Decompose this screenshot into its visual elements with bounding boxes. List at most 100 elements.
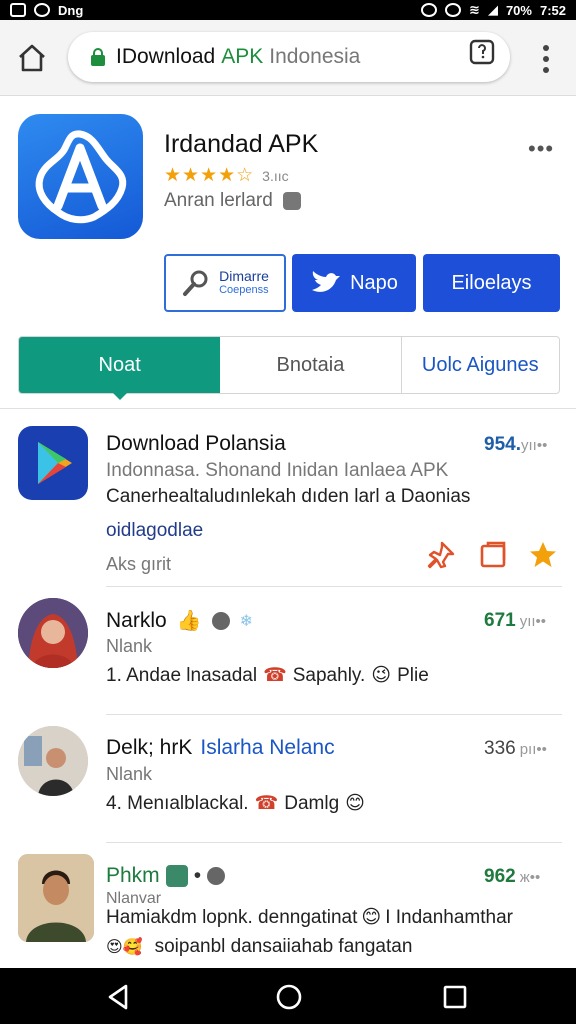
row-divider <box>106 586 562 587</box>
comment-count-suffix: pıı•• <box>519 741 547 758</box>
comment-author[interactable]: Phkm <box>106 864 160 888</box>
overflow-menu-icon[interactable] <box>536 42 556 76</box>
feature-count: 954.yıı•• <box>484 434 547 456</box>
row-divider <box>106 842 562 843</box>
comment-count: 336 pıı•• <box>484 738 547 760</box>
comment-text-3: Plie <box>397 664 429 686</box>
segmented-tabs: Noat Bnotaia Uolc Aigunes <box>18 336 560 400</box>
feature-title: Download Polansia <box>106 432 286 455</box>
comment-text-2: Damlg <box>284 792 340 814</box>
reaction-emojis-icon: 😍🥰 <box>106 939 143 956</box>
comment-count-value: 336 <box>484 738 516 759</box>
row-divider <box>106 714 562 715</box>
comment-count-value: 962 <box>484 866 516 887</box>
comment-count-suffix: ж•• <box>519 869 541 886</box>
comment-count: 962 ж•• <box>484 866 540 888</box>
outline-button-label2: Coepenss <box>219 284 269 296</box>
comment-count-suffix: yıı•• <box>519 613 547 630</box>
comment-body: Hamiakdm lopnk. denngatinat 😊 I Indanham… <box>106 906 513 929</box>
avatar[interactable] <box>18 726 88 796</box>
dot-separator: • <box>193 864 202 887</box>
play-store-logo <box>18 426 88 500</box>
app-badge-icon <box>165 865 188 887</box>
comment-text-3: soipanbl dansaiiahab fangatan <box>154 936 413 957</box>
wifi-icon: ≋ <box>469 2 480 17</box>
back-icon[interactable] <box>104 982 134 1012</box>
comment-header: Delk; hrK Islarha Nelanc <box>106 736 335 760</box>
tab-beta[interactable]: Bnotaia <box>220 337 402 393</box>
feature-description: Canerhealtaludınlekah dıden larl a Daoni… <box>106 486 471 507</box>
comment-sub: Nlank <box>106 636 153 656</box>
notification-icon <box>34 3 50 17</box>
emoji-icon: 😊 <box>345 793 365 814</box>
verified-badge-icon <box>282 192 301 210</box>
emoji-icon: 😊 <box>361 907 382 928</box>
home-nav-icon[interactable] <box>274 982 304 1012</box>
url-bar[interactable]: IDownload APK Indonesia <box>68 32 510 82</box>
comment-text: 1. Andae lnasadal <box>106 664 258 686</box>
home-icon[interactable] <box>14 40 50 76</box>
developer-row: Anran lerlard <box>164 190 301 212</box>
avatar[interactable] <box>18 598 88 668</box>
twitter-share-button[interactable]: Napo <box>292 254 416 312</box>
app-a-icon <box>35 130 127 224</box>
status-left-text: Dng <box>58 2 84 18</box>
status-bar: Dng ≋ ◢ 70% 7:52 <box>0 0 576 20</box>
star-icon[interactable] <box>528 540 558 570</box>
tabs-icon[interactable] <box>468 38 496 66</box>
twitter-bird-icon <box>312 271 341 292</box>
pin-icon[interactable] <box>426 540 456 570</box>
bookmark-icon[interactable] <box>478 540 508 570</box>
battery-text: 70% <box>505 2 532 18</box>
url-text-country: Indonesia <box>269 45 361 68</box>
alarm-icon <box>421 3 438 17</box>
comment-text: Hamiakdm lopnk. denngatinat <box>106 906 358 928</box>
feature-meta: Aks gırit <box>106 554 172 574</box>
search-compare-button[interactable]: Dimarre Coepenss <box>164 254 286 312</box>
comment-body: 1. Andae lnasadal ☎ Sapahly. 😉 Plie <box>106 664 429 687</box>
app-logo[interactable] <box>18 114 143 239</box>
sync-icon <box>445 3 462 17</box>
comment-sub: Nlank <box>106 764 153 784</box>
section-divider <box>0 408 576 409</box>
feature-count-value: 954. <box>484 434 521 455</box>
rating-count: 3.ııc <box>262 167 289 184</box>
avatar[interactable] <box>18 854 94 942</box>
lock-icon <box>91 48 105 66</box>
outline-button-label1: Dimarre <box>219 268 269 284</box>
verified-icon <box>207 867 226 885</box>
developer-name[interactable]: Anran lerlard <box>164 190 273 212</box>
snowflake-icon: ❄ <box>239 612 253 630</box>
feature-tags: oidlagodlae <box>106 520 204 541</box>
status-time: 7:52 <box>539 2 566 18</box>
url-text-site: IDownload <box>116 45 216 68</box>
app-rating: ★★★★☆ 3.ııc <box>164 164 289 187</box>
app-more-icon[interactable]: ••• <box>528 136 554 162</box>
comment-author-tag[interactable]: Islarha Nelanc <box>200 736 334 760</box>
download-button[interactable]: Eiloelays <box>423 254 560 312</box>
feature-subtitle: Indonnasa. Shonand Inidan Ianlaea APK <box>106 460 449 481</box>
twitter-button-label: Napo <box>350 271 398 294</box>
download-button-label: Eiloelays <box>451 271 532 294</box>
comment-header: Narklo 👍 ❄ <box>106 608 253 633</box>
thumb-emoji-icon: 👍 <box>176 610 202 632</box>
comment-count: 671 yıı•• <box>484 610 546 632</box>
comment-count-value: 671 <box>484 610 516 631</box>
comment-author[interactable]: Delk; hrK <box>106 736 192 760</box>
rating-stars-icon: ★★★★☆ <box>164 165 255 186</box>
phone-emoji-icon: ☎ <box>254 793 279 814</box>
comment-body: 4. Menıalblackal. ☎ Damlg 😊 <box>106 792 365 815</box>
tab-new[interactable]: Noat <box>19 337 221 400</box>
gmail-icon <box>10 3 26 17</box>
url-text-apk: APK <box>221 45 264 68</box>
recents-icon[interactable] <box>440 982 470 1012</box>
comment-author[interactable]: Narklo <box>106 609 167 633</box>
tab-all-versions[interactable]: Uolc Aigunes <box>402 337 559 393</box>
phone-emoji-icon: ☎ <box>263 665 287 686</box>
comment-text-2: I Indanhamthar <box>385 906 513 928</box>
comment-text-2: Sapahly. <box>292 664 366 686</box>
app-header: Irdandad APK ••• ★★★★☆ 3.ııc Anran lerla… <box>0 96 576 408</box>
feature-count-suffix: yıı•• <box>520 437 548 454</box>
app-title: Irdandad APK <box>164 130 319 158</box>
comment-body-line2: 😍🥰 soipanbl dansaiiahab fangatan <box>106 936 412 958</box>
